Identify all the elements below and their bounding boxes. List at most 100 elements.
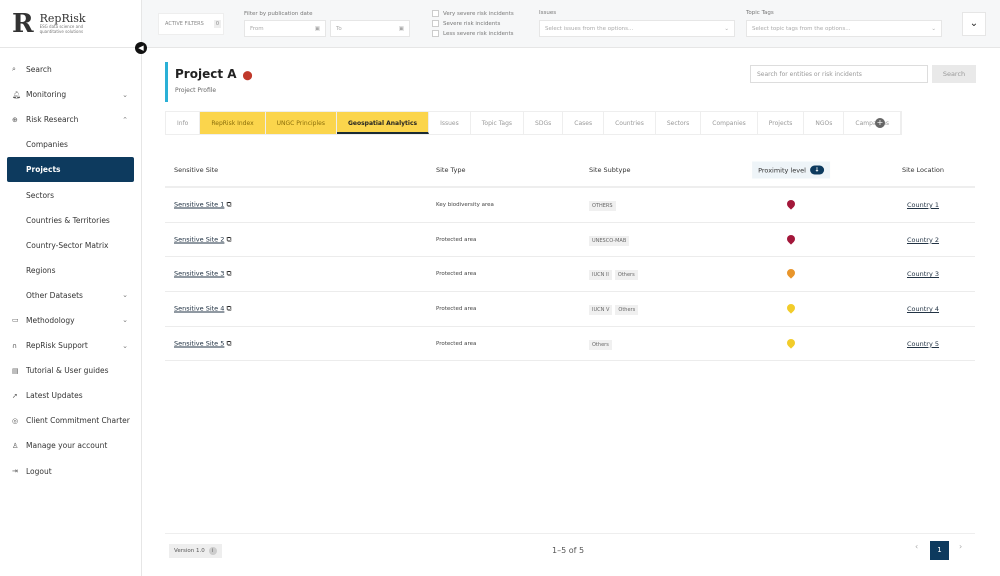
external-link-icon[interactable]: ⧉ [226, 270, 231, 278]
tab-bar: Info RepRisk Index UNGC Principles Geospati… [165, 111, 903, 135]
active-filters-count: 0 [213, 20, 222, 28]
search-input[interactable]: Search for entities or risk incidents [750, 65, 928, 83]
sidebar-item-latest-updates[interactable]: ➚ Latest Updates [0, 383, 142, 408]
tab-campaigns[interactable]: Campaigns [844, 112, 902, 134]
table-row: Sensitive Site 4 ⧉ Protected area IUCN V… [165, 292, 975, 327]
subtype-chip: Others [614, 270, 638, 281]
date-from-input[interactable]: From ▣ [244, 20, 326, 37]
calendar-icon: ▣ [314, 25, 320, 32]
severe-checkbox[interactable]: Severe risk incidents [432, 20, 500, 27]
map-pin-icon: ⬤ [242, 71, 253, 81]
tab-countries[interactable]: Countries [604, 112, 656, 134]
external-link-icon[interactable]: ⧉ [226, 304, 231, 312]
sidebar-item-countries-territories[interactable]: Countries & Territories [0, 208, 142, 233]
proximity-pin-icon [785, 267, 797, 279]
col-site-location[interactable]: Site Location [902, 166, 944, 174]
brand-tagline: ESG data science and quantitative soluti… [39, 24, 84, 34]
country-link[interactable]: Country 4 [907, 305, 939, 313]
tab-reprisk-index[interactable]: RepRisk Index [200, 112, 266, 134]
col-sensitive-site[interactable]: Sensitive Site [174, 166, 218, 174]
sensitive-sites-table: Sensitive Site Site Type Site Subtype Pr… [165, 154, 975, 362]
col-site-type[interactable]: Site Type [436, 166, 465, 174]
bell-icon: 🔔︎ [12, 90, 21, 99]
site-type: Key biodiversity area [436, 201, 494, 208]
sidebar-item-reprisk-support[interactable]: ∩ RepRisk Support ⌄ [0, 333, 142, 358]
site-link[interactable]: Sensitive Site 3 [174, 270, 224, 278]
tab-projects[interactable]: Projects [758, 112, 805, 134]
sidebar-item-client-commitment-charter[interactable]: ◎ Client Commitment Charter [0, 408, 142, 433]
topic-tags-label: Topic Tags [746, 10, 774, 16]
tab-companies[interactable]: Companies [701, 112, 758, 134]
subtype-chip: IUCN V [589, 304, 613, 315]
issues-select[interactable]: Select issues from the options... ⌄ [539, 20, 735, 37]
chevron-icon: ⌄ [122, 291, 128, 300]
external-link-icon[interactable]: ⧉ [226, 235, 231, 243]
headset-icon: ∩ [12, 341, 18, 350]
tab-sectors[interactable]: Sectors [656, 112, 702, 134]
site-type: Protected area [436, 271, 477, 278]
book-icon: ▭ [12, 316, 19, 325]
expand-filters-button[interactable]: ⌄ [962, 12, 986, 36]
sidebar-item-companies[interactable]: Companies [0, 132, 142, 157]
country-link[interactable]: Country 5 [907, 340, 939, 348]
site-link[interactable]: Sensitive Site 1 [174, 200, 224, 208]
sidebar-item-other-datasets[interactable]: Other Datasets ⌄ [0, 283, 142, 308]
page-title: Project A [175, 67, 237, 81]
tab-cases[interactable]: Cases [563, 112, 605, 134]
sidebar-item-logout[interactable]: ⇥ Logout [0, 459, 142, 484]
next-page-button[interactable]: › [959, 542, 962, 551]
user-icon: ♙ [12, 441, 19, 450]
tab-issues[interactable]: Issues [429, 112, 471, 134]
site-link[interactable]: Sensitive Site 2 [174, 235, 224, 243]
add-tab-icon[interactable]: + [875, 118, 885, 128]
search-button[interactable]: Search [932, 65, 976, 83]
footer: Version 1.0 i 1–5 of 5 ‹ 1 › [165, 533, 975, 576]
sidebar-item-manage-your-account[interactable]: ♙ Manage your account [0, 433, 142, 458]
country-link[interactable]: Country 2 [907, 236, 939, 244]
external-link-icon[interactable]: ⧉ [226, 200, 231, 208]
site-subtypes: IUCN V Others [589, 304, 641, 315]
col-site-subtype[interactable]: Site Subtype [589, 166, 630, 174]
tab-sdgs[interactable]: SDGs [524, 112, 564, 134]
site-link[interactable]: Sensitive Site 5 [174, 339, 224, 347]
less-severe-checkbox[interactable]: Less severe risk incidents [432, 30, 514, 37]
subtype-chip: Others [615, 304, 639, 315]
sidebar-item-country-sector-matrix[interactable]: Country-Sector Matrix [0, 233, 142, 258]
sidebar-item-search[interactable]: ⌕ Search [0, 57, 142, 82]
site-subtypes: OTHERS [589, 200, 619, 211]
sidebar-item-methodology[interactable]: ▭ Methodology ⌄ [0, 308, 142, 333]
chevron-down-icon: ⌄ [931, 25, 936, 32]
tab-topic-tags[interactable]: Topic Tags [471, 112, 525, 134]
collapse-sidebar-button[interactable]: ◀ [135, 42, 147, 54]
search-icon: ⌕ [12, 65, 16, 74]
logo[interactable]: R RepRisk ESG data science and quantitat… [0, 0, 141, 48]
sidebar-item-risk-research[interactable]: ⊕ Risk Research ⌃ [0, 107, 142, 132]
tab-info[interactable]: Info [166, 112, 201, 134]
table-header: Sensitive Site Site Type Site Subtype Pr… [165, 154, 975, 188]
tab-ngos[interactable]: NGOs [804, 112, 845, 134]
subtype-chip: IUCN II [589, 270, 612, 281]
country-link[interactable]: Country 3 [907, 270, 939, 278]
date-to-input[interactable]: To ▣ [330, 20, 410, 37]
table-row: Sensitive Site 2 ⧉ Protected area UNESCO… [165, 223, 975, 258]
sidebar-item-monitoring[interactable]: 🔔︎ Monitoring ⌄ [0, 82, 142, 107]
country-link[interactable]: Country 1 [907, 201, 939, 209]
sidebar-item-tutorial-user-guides[interactable]: ▤ Tutorial & User guides [0, 358, 142, 383]
very-severe-checkbox[interactable]: Very severe risk incidents [432, 10, 514, 17]
sidebar-item-sectors[interactable]: Sectors [0, 182, 142, 207]
proximity-pin-icon [785, 336, 797, 349]
active-filters-button[interactable]: ACTIVE FILTERS 0 [158, 13, 224, 35]
guide-icon: ▤ [12, 366, 19, 375]
site-link[interactable]: Sensitive Site 4 [174, 304, 224, 312]
external-link-icon[interactable]: ⧉ [226, 339, 231, 347]
page-1-button[interactable]: 1 [930, 541, 949, 560]
sidebar-item-projects[interactable]: Projects [7, 157, 134, 183]
sidebar-item-regions[interactable]: Regions [0, 258, 142, 283]
col-proximity-level[interactable]: Proximity level ↓ [752, 161, 830, 179]
topic-tags-select[interactable]: Select topic tags from the options... ⌄ [746, 20, 942, 37]
subtype-chip: OTHERS [589, 200, 616, 211]
prev-page-button[interactable]: ‹ [915, 542, 918, 551]
tab-geospatial-analytics[interactable]: Geospatial Analytics [336, 112, 430, 134]
tab-ungc-principles[interactable]: UNGC Principles [265, 112, 337, 134]
site-type: Protected area [436, 340, 477, 347]
